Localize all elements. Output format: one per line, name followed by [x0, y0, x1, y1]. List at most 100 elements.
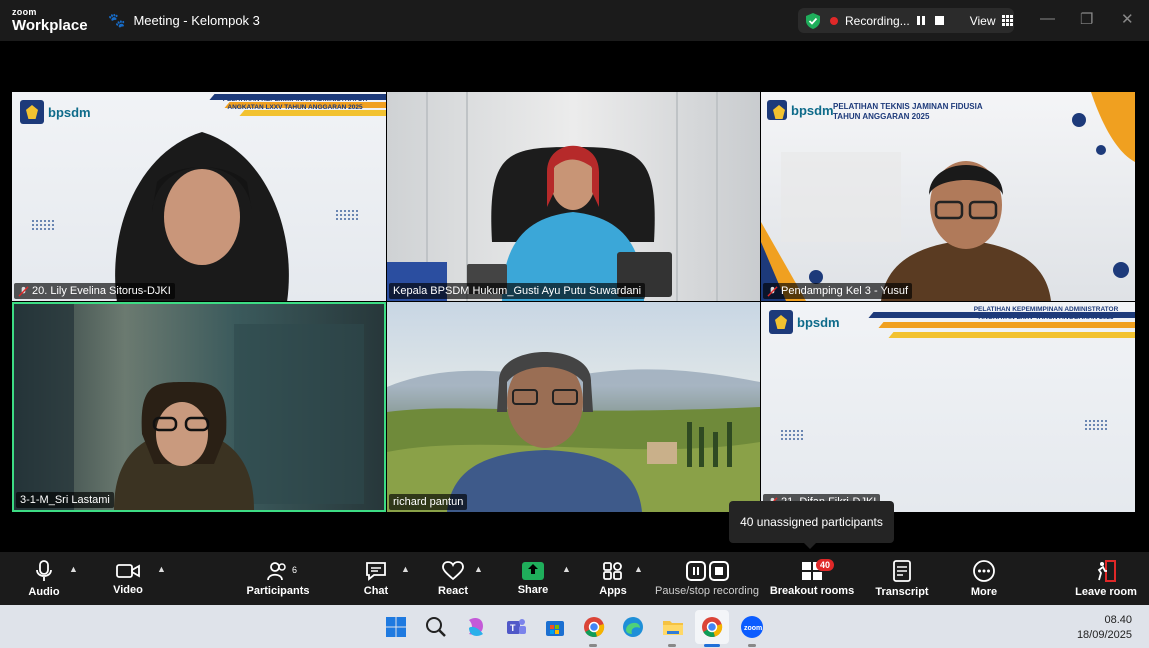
react-button[interactable]: React — [433, 552, 473, 605]
video-tile[interactable]: richard pantun — [387, 302, 760, 512]
microphone-icon — [36, 559, 52, 581]
recording-label: Recording... — [845, 13, 910, 28]
share-label: Share — [517, 583, 549, 596]
recording-controls: Recording... View — [798, 8, 1014, 33]
stop-recording-icon[interactable] — [934, 16, 944, 25]
svg-text:T: T — [510, 623, 516, 633]
teams-icon[interactable]: T — [504, 615, 528, 639]
apps-icon — [603, 561, 622, 580]
explorer-running-indicator — [668, 644, 676, 647]
more-button[interactable]: More — [964, 552, 1004, 605]
participants-icon — [267, 561, 286, 580]
banner-text: PELATIHAN KEPEMIMPINAN ADMINISTRATOR ANGK… — [973, 306, 1119, 321]
breakout-label: Breakout rooms — [769, 584, 855, 597]
transcript-icon — [893, 559, 911, 582]
participant-name-label: richard pantun — [389, 494, 468, 510]
recording-dot-icon — [830, 16, 838, 25]
edge-icon[interactable] — [621, 615, 645, 639]
chat-button[interactable]: Chat — [356, 552, 396, 605]
leave-door-icon — [1097, 559, 1116, 582]
search-icon[interactable] — [424, 615, 448, 639]
more-ellipsis-icon — [973, 559, 995, 582]
zoom-icon[interactable]: zoom — [740, 615, 764, 639]
windows-taskbar: T zoom 08.40 18/09/2025 — [0, 605, 1149, 648]
logo-line-1: zoom — [12, 7, 37, 17]
file-explorer-icon[interactable] — [661, 615, 685, 639]
participant-name-label: Pendamping Kel 3 - Yusuf — [763, 283, 912, 299]
view-button[interactable]: View — [970, 14, 1013, 28]
participant-name-label: 3-1-M_Sri Lastami — [16, 492, 114, 508]
apps-options-chevron-up-icon[interactable]: ▲ — [634, 564, 643, 574]
recording-label: Pause/stop recording — [655, 584, 759, 597]
bpsdm-logo: bpsdm — [769, 310, 840, 334]
breakout-rooms-button[interactable]: Breakout rooms — [769, 552, 855, 605]
video-tile[interactable]: bpsdm PELATIHAN KEPEMIMPINAN ADMINISTRAT… — [761, 302, 1135, 512]
chrome-active-icon[interactable] — [700, 615, 724, 639]
apps-label: Apps — [599, 584, 627, 597]
clock-date: 18/09/2025 — [1076, 629, 1132, 641]
bpsdm-logo: bpsdm — [767, 100, 834, 120]
transcript-button[interactable]: Transcript — [875, 552, 929, 605]
share-button[interactable]: Share — [513, 552, 553, 605]
zoom-workplace-logo: zoom Workplace — [12, 7, 88, 34]
participant-video — [881, 161, 1051, 301]
audio-options-chevron-up-icon[interactable]: ▲ — [69, 564, 78, 574]
view-label: View — [969, 13, 996, 28]
heart-icon — [442, 560, 464, 580]
video-tile-active-speaker[interactable]: 3-1-M_Sri Lastami — [12, 302, 386, 512]
breakout-tooltip: 40 unassigned participants — [729, 501, 894, 549]
video-tile[interactable]: bpsdm PELATIHAN TEKNIS JAMINAN FIDUSIA TA… — [761, 92, 1135, 301]
share-screen-icon — [522, 561, 544, 580]
banner-text: PELATIHAN KEPEMIMPINAN ADMINISTRATOR ANGK… — [222, 96, 368, 111]
video-label: Video — [113, 583, 143, 596]
chrome-running-indicator — [589, 644, 597, 647]
chat-label: Chat — [363, 584, 389, 597]
video-button[interactable]: Video — [108, 552, 148, 605]
grid-view-icon — [1001, 15, 1013, 26]
leave-label: Leave room — [1075, 585, 1137, 598]
logo-line-2: Workplace — [12, 17, 88, 34]
close-button[interactable]: ✕ — [1121, 10, 1134, 28]
minimize-button[interactable]: — — [1040, 10, 1055, 27]
share-options-chevron-up-icon[interactable]: ▲ — [562, 564, 571, 574]
chrome-active-indicator — [704, 644, 720, 647]
windows-start-icon[interactable] — [384, 615, 408, 639]
transcript-label: Transcript — [875, 585, 929, 598]
encryption-shield-icon[interactable] — [806, 12, 820, 29]
chat-options-chevron-up-icon[interactable]: ▲ — [401, 564, 410, 574]
microsoft-store-icon[interactable] — [543, 615, 567, 639]
video-tile[interactable]: Kepala BPSDM Hukum_Gusti Ayu Putu Suward… — [387, 92, 760, 301]
pause-recording-icon[interactable] — [916, 16, 925, 25]
participants-button[interactable]: Participants — [243, 552, 313, 605]
system-clock[interactable]: 08.40 18/09/2025 — [1077, 613, 1132, 643]
breakout-count-badge: 40 — [816, 559, 835, 571]
video-options-chevron-up-icon[interactable]: ▲ — [157, 564, 166, 574]
leave-room-button[interactable]: Leave room — [1074, 552, 1138, 605]
participants-label: Participants — [246, 584, 310, 597]
meeting-title-text: Meeting - Kelompok 3 — [133, 13, 260, 28]
more-label: More — [970, 585, 998, 598]
svg-text:zoom: zoom — [744, 625, 762, 632]
zoom-running-indicator — [748, 644, 756, 647]
banner-text: PELATIHAN TEKNIS JAMINAN FIDUSIA TAHUN AN… — [833, 102, 983, 121]
react-options-chevron-up-icon[interactable]: ▲ — [474, 564, 483, 574]
apps-button[interactable]: Apps — [593, 552, 633, 605]
participant-video — [115, 132, 289, 301]
chrome-icon[interactable] — [582, 615, 606, 639]
muted-mic-icon — [18, 285, 29, 297]
copilot-icon[interactable] — [464, 615, 488, 639]
participant-name-label: 20. Lily Evelina Sitorus-DJKI — [14, 283, 175, 299]
participant-video — [387, 352, 760, 512]
audio-button[interactable]: Audio — [24, 552, 64, 605]
participant-video — [387, 92, 718, 301]
meeting-toolbar: Audio ▲ Video ▲ Participants 6 Chat ▲ Re… — [0, 552, 1149, 605]
tooltip-text: 40 unassigned participants — [740, 515, 883, 529]
pause-stop-recording-button[interactable]: Pause/stop recording — [652, 552, 762, 605]
restore-button[interactable]: ❐ — [1080, 10, 1093, 28]
participant-name-label: Kepala BPSDM Hukum_Gusti Ayu Putu Suward… — [389, 283, 646, 299]
react-label: React — [438, 584, 468, 597]
title-bar: zoom Workplace 🐾 Meeting - Kelompok 3 Re… — [0, 0, 1149, 41]
bpsdm-logo: bpsdm — [20, 100, 91, 124]
video-tile[interactable]: bpsdm PELATIHAN KEPEMIMPINAN ADMINISTRAT… — [12, 92, 386, 301]
clock-time: 08.40 — [1104, 614, 1132, 626]
